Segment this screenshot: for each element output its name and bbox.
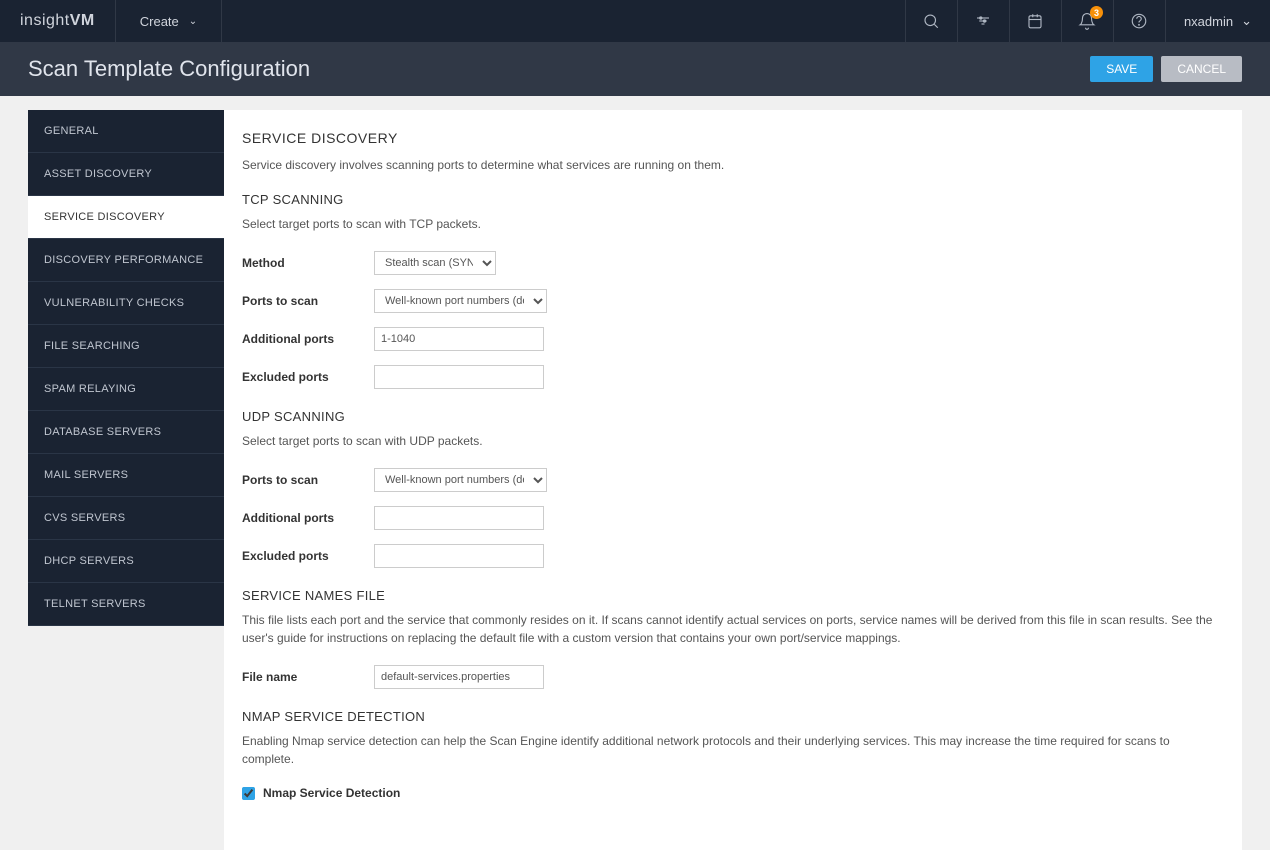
cancel-button[interactable]: CANCEL xyxy=(1161,56,1242,82)
filter-button[interactable] xyxy=(957,0,1009,42)
udp-excluded-input[interactable] xyxy=(374,544,544,568)
udp-scanning-desc: Select target ports to scan with UDP pac… xyxy=(242,432,1224,450)
top-icon-group: 3 xyxy=(905,0,1165,42)
top-navbar: insightVM Create ⌄ 3 nxadmin ⌄ xyxy=(0,0,1270,42)
sidebar-item-database-servers[interactable]: DATABASE SERVERS xyxy=(28,411,224,454)
service-names-title: SERVICE NAMES FILE xyxy=(242,588,1224,603)
page-subheader: Scan Template Configuration SAVE CANCEL xyxy=(0,42,1270,96)
tcp-scanning-title: TCP SCANNING xyxy=(242,192,1224,207)
notifications-button[interactable]: 3 xyxy=(1061,0,1113,42)
username: nxadmin xyxy=(1184,14,1233,29)
sidebar-item-discovery-performance[interactable]: DISCOVERY PERFORMANCE xyxy=(28,239,224,282)
service-discovery-desc: Service discovery involves scanning port… xyxy=(242,156,1224,174)
filter-icon xyxy=(974,12,992,30)
sidebar-item-telnet-servers[interactable]: TELNET SERVERS xyxy=(28,583,224,626)
tcp-additional-input[interactable] xyxy=(374,327,544,351)
create-label: Create xyxy=(140,14,179,29)
tcp-additional-label: Additional ports xyxy=(242,332,374,346)
udp-excluded-label: Excluded ports xyxy=(242,549,374,563)
udp-additional-input[interactable] xyxy=(374,506,544,530)
user-menu[interactable]: nxadmin ⌄ xyxy=(1165,0,1270,42)
udp-ports-select[interactable]: Well-known port numbers (default) xyxy=(374,468,547,492)
tcp-method-label: Method xyxy=(242,256,374,270)
filename-label: File name xyxy=(242,670,374,684)
filename-input[interactable] xyxy=(374,665,544,689)
sidebar-item-spam-relaying[interactable]: SPAM RELAYING xyxy=(28,368,224,411)
notification-badge: 3 xyxy=(1090,6,1103,19)
tcp-ports-select[interactable]: Well-known port numbers (default) xyxy=(374,289,547,313)
search-icon xyxy=(922,12,940,30)
logo-text-light: insight xyxy=(20,12,70,30)
sidebar-item-mail-servers[interactable]: MAIL SERVERS xyxy=(28,454,224,497)
nmap-checkbox-label: Nmap Service Detection xyxy=(263,786,400,800)
help-button[interactable] xyxy=(1113,0,1165,42)
sidebar-item-vulnerability-checks[interactable]: VULNERABILITY CHECKS xyxy=(28,282,224,325)
nmap-desc: Enabling Nmap service detection can help… xyxy=(242,732,1224,768)
tcp-scanning-desc: Select target ports to scan with TCP pac… xyxy=(242,215,1224,233)
page-title: Scan Template Configuration xyxy=(28,56,1082,82)
app-logo: insightVM xyxy=(0,0,116,42)
sidebar-item-asset-discovery[interactable]: ASSET DISCOVERY xyxy=(28,153,224,196)
content-panel: SERVICE DISCOVERY Service discovery invo… xyxy=(224,110,1242,850)
nmap-title: NMAP SERVICE DETECTION xyxy=(242,709,1224,724)
search-button[interactable] xyxy=(905,0,957,42)
tcp-method-select[interactable]: Stealth scan (SYN) xyxy=(374,251,496,275)
calendar-button[interactable] xyxy=(1009,0,1061,42)
config-sidebar: GENERAL ASSET DISCOVERY SERVICE DISCOVER… xyxy=(28,110,224,626)
calendar-icon xyxy=(1026,12,1044,30)
sidebar-item-service-discovery[interactable]: SERVICE DISCOVERY xyxy=(28,196,224,239)
logo-text-bold: VM xyxy=(70,12,95,30)
chevron-down-icon: ⌄ xyxy=(1241,13,1252,29)
udp-scanning-title: UDP SCANNING xyxy=(242,409,1224,424)
help-icon xyxy=(1130,12,1148,30)
nmap-checkbox[interactable] xyxy=(242,787,255,800)
save-button[interactable]: SAVE xyxy=(1090,56,1153,82)
sidebar-item-cvs-servers[interactable]: CVS SERVERS xyxy=(28,497,224,540)
create-menu[interactable]: Create ⌄ xyxy=(116,0,222,42)
sidebar-item-file-searching[interactable]: FILE SEARCHING xyxy=(28,325,224,368)
chevron-down-icon: ⌄ xyxy=(189,16,197,27)
service-discovery-title: SERVICE DISCOVERY xyxy=(242,130,1224,146)
sidebar-item-general[interactable]: GENERAL xyxy=(28,110,224,153)
udp-additional-label: Additional ports xyxy=(242,511,374,525)
sidebar-item-dhcp-servers[interactable]: DHCP SERVERS xyxy=(28,540,224,583)
udp-ports-label: Ports to scan xyxy=(242,473,374,487)
tcp-excluded-input[interactable] xyxy=(374,365,544,389)
service-names-desc: This file lists each port and the servic… xyxy=(242,611,1224,647)
tcp-ports-label: Ports to scan xyxy=(242,294,374,308)
tcp-excluded-label: Excluded ports xyxy=(242,370,374,384)
